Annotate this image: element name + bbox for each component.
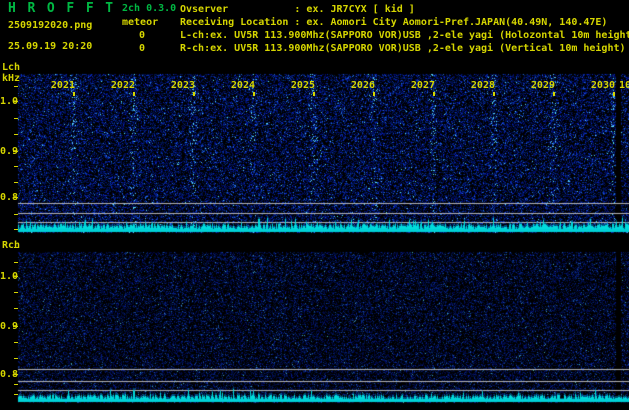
time-tick	[73, 92, 75, 96]
freq-minor-tick	[14, 86, 18, 87]
lch-major-tick	[13, 101, 18, 102]
time-label-2021: 2021	[45, 80, 75, 91]
lch-label: Lch	[2, 62, 20, 73]
lch-major-tick	[13, 197, 18, 198]
time-label-partial: 10	[619, 80, 629, 91]
meteor-count-bottom: 0	[139, 43, 145, 54]
time-label-2025: 2025	[285, 80, 315, 91]
time-label-2029: 2029	[525, 80, 555, 91]
rch-freq-0.9: 0.9	[0, 321, 13, 332]
rch-major-tick	[13, 276, 18, 277]
time-label-2024: 2024	[225, 80, 255, 91]
lch-freq-0.8: 0.8	[0, 192, 13, 203]
time-label-2027: 2027	[405, 80, 435, 91]
freq-minor-tick	[14, 214, 18, 215]
lch-freq-0.9: 0.9	[0, 146, 13, 157]
time-tick	[313, 92, 315, 96]
hrofft-window: { "header": { "app_title": "H R O F F T"…	[0, 0, 629, 410]
observer-line: Ovserver : ex. JR7CYX [ kid ]	[180, 3, 415, 16]
time-tick	[613, 92, 615, 96]
rch-major-tick	[13, 326, 18, 327]
meteor-count-top: 0	[139, 30, 145, 41]
app-title: H R O F F T	[8, 2, 115, 16]
time-tick	[193, 92, 195, 96]
freq-minor-tick	[14, 394, 18, 395]
time-tick	[373, 92, 375, 96]
freq-minor-tick	[14, 308, 18, 309]
time-label-2026: 2026	[345, 80, 375, 91]
freq-minor-tick	[14, 182, 18, 183]
freq-minor-tick	[14, 229, 18, 230]
freq-minor-tick	[14, 342, 18, 343]
mode-label: meteor	[122, 17, 158, 28]
freq-minor-tick	[14, 118, 18, 119]
time-tick	[493, 92, 495, 96]
khz-unit-label: kHz	[2, 73, 20, 84]
time-tick	[133, 92, 135, 96]
freq-minor-tick	[14, 358, 18, 359]
datetime-label: 25.09.19 20:20	[8, 41, 92, 52]
freq-minor-tick	[14, 247, 18, 248]
freq-minor-tick	[14, 166, 18, 167]
rch-freq-0.8: 0.8	[0, 369, 13, 380]
freq-minor-tick	[14, 292, 18, 293]
spectrogram-canvas	[0, 0, 629, 410]
lch-rig-line: L-ch:ex. UV5R 113.900Mhz(SAPPORO VOR)USB…	[180, 29, 629, 42]
time-label-2030: 2030	[585, 80, 615, 91]
time-label-2028: 2028	[465, 80, 495, 91]
time-label-2022: 2022	[105, 80, 135, 91]
freq-minor-tick	[14, 262, 18, 263]
lch-freq-1.0: 1.0	[0, 96, 13, 107]
time-tick	[553, 92, 555, 96]
filename-label: 2509192020.png	[8, 20, 92, 31]
version-label: 2ch 0.3.0	[122, 3, 176, 14]
freq-minor-tick	[14, 134, 18, 135]
rch-rig-line: R-ch:ex. UV5R 113.900Mhz(SAPPORO VOR)USB…	[180, 42, 626, 55]
time-tick	[433, 92, 435, 96]
time-label-2023: 2023	[165, 80, 195, 91]
location-line: Receiving Location : ex. Aomori City Aom…	[180, 16, 607, 29]
rch-major-tick	[13, 374, 18, 375]
time-tick	[253, 92, 255, 96]
rch-label: Rch	[2, 240, 20, 251]
lch-major-tick	[13, 151, 18, 152]
freq-minor-tick	[14, 384, 18, 385]
rch-freq-1.0: 1.0	[0, 271, 13, 282]
